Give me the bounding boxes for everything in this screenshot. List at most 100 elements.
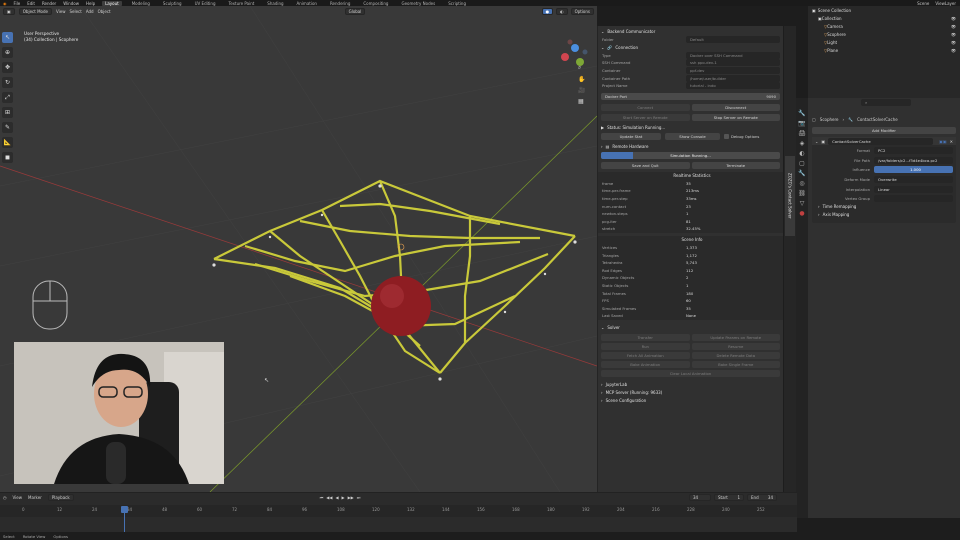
contact-solver-tab[interactable]: ZOZO's Contact Solver	[785, 156, 795, 236]
jump-end-icon[interactable]: ⏭	[357, 495, 361, 500]
visibility-eye-icon[interactable]: 👁	[951, 32, 960, 37]
workspace-tab-scripting[interactable]: Scripting	[445, 1, 469, 6]
menu-file[interactable]: File	[14, 1, 21, 6]
solver-section-header[interactable]: ⌄ Solver	[598, 324, 783, 332]
workspace-tab-rendering[interactable]: Rendering	[327, 1, 353, 6]
checkbox-icon[interactable]	[724, 133, 729, 139]
solver-button[interactable]: Fetch All Animation	[601, 351, 690, 359]
modifier-visibility-icon[interactable]: ▣▣	[939, 139, 947, 144]
connection-section-header[interactable]: ⌄ 🔗 Connection	[598, 44, 783, 52]
shading-solid-button[interactable]: ●	[541, 7, 554, 15]
pan-hand-icon[interactable]: ✋	[578, 76, 585, 83]
save-and-quit-button[interactable]: Save and Quit	[601, 161, 690, 169]
stop-server-button[interactable]: Stop Server on Remote	[691, 113, 780, 121]
modifier-close-icon[interactable]: ✕	[950, 139, 956, 144]
folder-dropdown[interactable]: Default	[686, 36, 780, 44]
constraint-tab-icon[interactable]: ⛓	[798, 190, 806, 197]
axis-mapping-header[interactable]: › Axis Mapping	[812, 211, 956, 219]
render-tab-icon[interactable]: 📷	[798, 120, 805, 127]
scene-collection-row[interactable]: ▣ Scene Collection	[808, 6, 960, 14]
prev-keyframe-icon[interactable]: ◀◀	[326, 495, 332, 500]
outliner-item[interactable]: ▽ Camera 👁	[808, 22, 960, 30]
collapse-chevron-icon[interactable]: ⌄	[601, 45, 604, 50]
contact-sphere[interactable]	[371, 276, 431, 336]
object-menu[interactable]: Object	[98, 9, 111, 14]
workspace-tab-texture[interactable]: Texture Paint	[225, 1, 257, 6]
object-tab-icon[interactable]: ▢	[799, 160, 805, 167]
connection-field[interactable]: Docker over SSH Command	[686, 51, 780, 59]
modifier-setting-field[interactable]: /var/folders/c2...f3d4e4bca.pc2	[874, 156, 953, 164]
play-icon[interactable]: ▶	[342, 495, 345, 500]
connection-field[interactable]: ppf-dev	[686, 67, 780, 75]
timeline-playback-menu[interactable]: Playback	[47, 494, 74, 501]
workspace-tab-modeling[interactable]: Modeling	[129, 1, 153, 6]
current-frame-field[interactable]: 34	[689, 494, 711, 501]
start-server-button[interactable]: Start Server on Remote	[601, 113, 690, 121]
menu-window[interactable]: Window	[63, 1, 79, 6]
workspace-tab-uv[interactable]: UV Editing	[192, 1, 219, 6]
solver-button[interactable]: Bake Single Frame	[691, 360, 780, 368]
select-menu[interactable]: Select	[69, 9, 81, 14]
scene-info-header[interactable]: Scene Info	[598, 235, 783, 244]
view-menu[interactable]: View	[56, 9, 66, 14]
expand-chevron-icon[interactable]: ›	[818, 204, 820, 209]
tool-tab-icon[interactable]: 🔧	[798, 110, 805, 117]
add-menu[interactable]: Add	[86, 9, 94, 14]
nav-gizmo[interactable]	[561, 39, 588, 67]
object-mode-dropdown[interactable]: Object Mode	[18, 7, 52, 15]
zoom-icon[interactable]: ⌕	[578, 64, 585, 72]
jupyterlab-header[interactable]: › JupyterLab	[598, 381, 783, 389]
timeline-ruler[interactable]: 0 12 24 34 48 60 72 84 96 108 120 132 144 156 168 180 19…	[0, 505, 797, 517]
scene-config-header[interactable]: › Scene Configuration	[598, 397, 783, 405]
expand-chevron-icon[interactable]: ›	[601, 390, 603, 395]
collapse-chevron-icon[interactable]: ⌄	[815, 139, 818, 144]
expand-chevron-icon[interactable]: ›	[601, 398, 603, 403]
expand-chevron-icon[interactable]: ›	[601, 144, 603, 149]
workspace-tab-geonodes[interactable]: Geometry Nodes	[398, 1, 438, 6]
shading-material-button[interactable]: ◐	[556, 7, 568, 15]
modifier-setting-field[interactable]	[874, 195, 953, 203]
camera-view-icon[interactable]: 🎥	[578, 87, 585, 94]
timeline-view-menu[interactable]: View	[13, 495, 23, 500]
visibility-eye-icon[interactable]: 👁	[951, 24, 960, 29]
rotate-tool-icon[interactable]: ↻	[2, 77, 13, 88]
collapse-chevron-icon[interactable]: ⌄	[601, 29, 604, 34]
clear-local-animation-button[interactable]: Clear Local Animation	[601, 369, 780, 377]
status-section-header[interactable]: ▶ Status: Simulation Running...	[598, 124, 783, 132]
outliner-item[interactable]: ▽ Light 👁	[808, 38, 960, 46]
physics-tab-icon[interactable]: ◎	[799, 180, 804, 187]
editor-type-button[interactable]: ▣	[3, 7, 15, 15]
backend-panel-header[interactable]: ⌄ Backend Communicator	[598, 26, 783, 36]
disconnect-button[interactable]: Disconnect	[691, 103, 780, 111]
cursor-tool-icon[interactable]: ⊕	[2, 47, 13, 58]
modifier-setting-field[interactable]: Linear	[874, 185, 953, 193]
connection-field[interactable]: /home/user/builder	[686, 74, 780, 82]
docker-port-field[interactable]: Docker Port 9090	[601, 92, 780, 100]
add-modifier-button[interactable]: Add Modifier	[812, 127, 956, 134]
visibility-eye-icon[interactable]: 👁	[951, 16, 960, 21]
modifier-setting-field[interactable]: PC2	[874, 147, 953, 155]
show-console-button[interactable]: Show Console	[665, 132, 720, 140]
measure-tool-icon[interactable]: 📐	[2, 137, 13, 148]
solver-button[interactable]: Delete Remote Data	[691, 351, 780, 359]
remote-hardware-header[interactable]: › ▤ Remote Hardware	[598, 143, 783, 151]
expand-chevron-icon[interactable]: ›	[601, 382, 603, 387]
modifier-tab-icon[interactable]: 🔧	[798, 170, 805, 177]
debug-options-checkbox[interactable]: Debug Options	[724, 133, 759, 139]
workspace-tab-layout[interactable]: Layout	[102, 0, 122, 6]
viewlayer-selector[interactable]: ViewLayer	[935, 1, 956, 6]
modifier-name-field[interactable]: ContactSolverCache	[828, 137, 934, 145]
end-frame-field[interactable]: End 34	[747, 494, 777, 501]
data-tab-icon[interactable]: ▽	[800, 200, 805, 207]
connection-field[interactable]: tutorial - indo	[686, 82, 780, 90]
menu-render[interactable]: Render	[42, 1, 56, 6]
select-tool-icon[interactable]: ↖	[2, 32, 13, 43]
next-keyframe-icon[interactable]: ▶▶	[348, 495, 354, 500]
mcp-server-header[interactable]: › MCP Server (Running: 9633)	[598, 389, 783, 397]
perspective-toggle-icon[interactable]: ▦	[578, 98, 585, 105]
viewport-options-button[interactable]: Options	[570, 7, 594, 15]
start-frame-field[interactable]: Start 1	[714, 494, 744, 501]
workspace-tab-compositing[interactable]: Compositing	[360, 1, 391, 6]
realtime-stats-header[interactable]: Realtime Statistics	[598, 171, 783, 180]
annotate-tool-icon[interactable]: ✎	[2, 122, 13, 133]
